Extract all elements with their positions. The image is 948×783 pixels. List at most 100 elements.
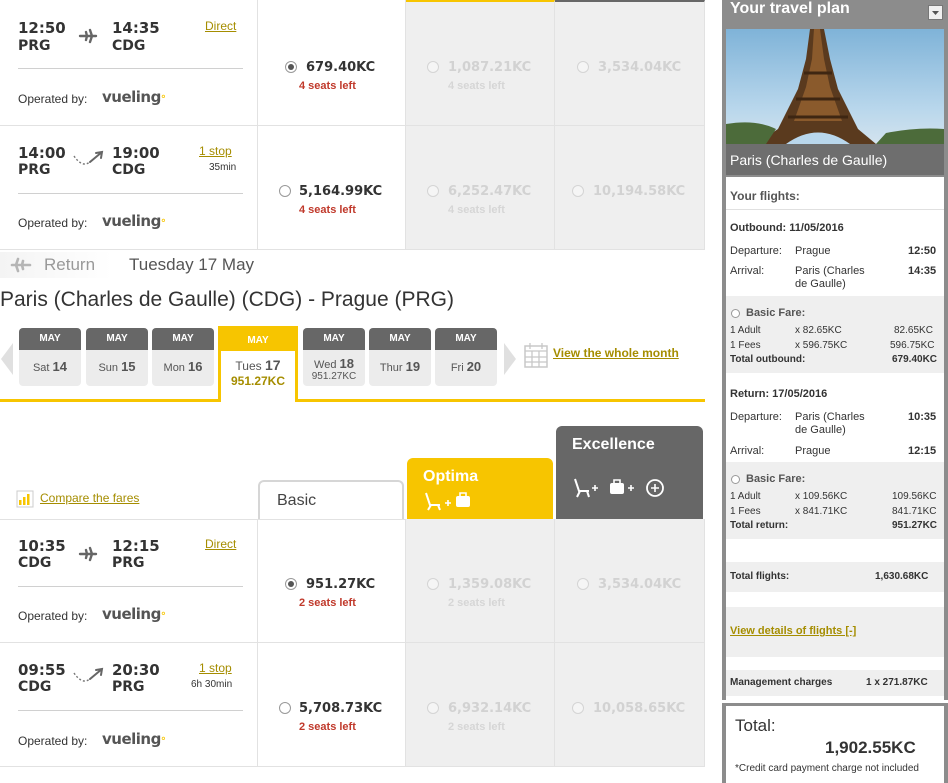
management-value: 1 x 271.87KC (866, 677, 928, 688)
return-header: Return Tuesday 17 May (0, 250, 705, 280)
fare-radio (427, 61, 439, 73)
arrival-city: Prague (795, 445, 831, 457)
fare-price: 6,252.47KC (448, 184, 532, 199)
date-underline (0, 399, 221, 402)
fare-radio (577, 578, 589, 590)
date-day: Fri 20 (450, 359, 482, 374)
fare-price: 951.27KC (306, 577, 376, 592)
total-outbound: 679.40KC (892, 354, 938, 365)
adult-total: 82.65KC (894, 325, 933, 336)
seats-left: 2 seats left (299, 721, 356, 733)
seats-left: 2 seats left (299, 597, 356, 609)
date-tab[interactable]: MAY Sat 14 (19, 328, 81, 386)
date-day: Sat 14 (32, 359, 68, 374)
tab-basic[interactable]: Basic (258, 480, 404, 520)
fare-price: 5,164.99KC (299, 184, 383, 199)
tab-excellence[interactable]: Excellence (556, 426, 703, 520)
departure-code: CDG (18, 679, 52, 695)
fare-radio (572, 702, 584, 714)
date-month: MAY (221, 329, 295, 351)
date-month: MAY (369, 328, 431, 350)
management-row: Management charges 1 x 271.87KC (726, 670, 944, 696)
stops-link[interactable]: 1 stop (199, 144, 232, 158)
departure-time: 10:35 (908, 411, 937, 423)
departure-time: 10:35 (18, 537, 66, 555)
total-flights-label: Total flights: (730, 571, 790, 582)
fare-radio[interactable] (285, 61, 297, 73)
total-flights: 1,630.68KC (875, 571, 929, 582)
date-underline (295, 399, 705, 402)
departure-time: 09:55 (18, 661, 66, 679)
tab-optima[interactable]: Optima (407, 458, 553, 520)
destination-image (726, 29, 944, 144)
fare-price: 10,058.65KC (593, 701, 686, 716)
date-tab-active[interactable]: MAY Tues 17 951.27KC (218, 326, 298, 402)
date-price: 951.27KC (311, 371, 357, 382)
credit-card-note: *Credit card payment charge not included (735, 763, 919, 774)
arrival-label: Arrival: (730, 265, 765, 277)
return-button[interactable]: Return (0, 252, 112, 278)
date-tab[interactable]: MAY Fri 20 (435, 328, 497, 386)
arrival-time: 20:30 (112, 661, 160, 679)
arrival-time: 12:15 (908, 445, 937, 457)
carrier-logo: vueling° (102, 88, 166, 106)
management-label: Management charges (730, 677, 833, 688)
fare-radio (572, 185, 584, 197)
prev-dates-arrow[interactable] (0, 342, 14, 381)
fare-radio[interactable] (279, 185, 291, 197)
date-tab[interactable]: MAY Wed 18 951.27KC (303, 328, 365, 386)
adult-label: 1 Adult (730, 491, 761, 502)
fare-price: 679.40KC (306, 60, 376, 75)
stops-link[interactable]: Direct (205, 537, 236, 551)
stop-duration: 35min (209, 162, 237, 173)
view-month-link[interactable]: View the whole month (553, 346, 679, 360)
fees-label: 1 Fees (730, 340, 761, 351)
operated-by-label: Operated by: (18, 92, 88, 106)
compare-fares-link[interactable]: Compare the fares (40, 491, 139, 505)
adult-total: 109.56KC (892, 491, 937, 502)
stops-link[interactable]: Direct (205, 19, 236, 33)
stops-link[interactable]: 1 stop (199, 661, 232, 675)
divider (18, 68, 243, 69)
date-month: MAY (86, 328, 148, 350)
fare-price: 3,534.04KC (598, 577, 682, 592)
departure-label: Departure: (730, 411, 782, 423)
fare-radio (577, 61, 589, 73)
fees-total: 841.71KC (892, 506, 937, 517)
compare-chart-icon[interactable] (16, 490, 34, 513)
fare-radio[interactable] (279, 702, 291, 714)
tab-basic-label: Basic (277, 492, 317, 509)
operated-by-label: Operated by: (18, 216, 88, 230)
collapse-icon[interactable] (928, 5, 943, 20)
departure-city: Prague (795, 245, 831, 257)
divider (18, 193, 243, 194)
return-date: Tuesday 17 May (129, 255, 255, 274)
operated-by-label: Operated by: (18, 609, 88, 623)
view-details-link[interactable]: View details of flights [-] (730, 625, 856, 637)
date-tab[interactable]: MAY Thur 19 (369, 328, 431, 386)
date-month: MAY (303, 328, 365, 350)
departure-time: 12:50 (908, 245, 937, 257)
divider (18, 710, 243, 711)
your-flights-label: Your flights: (730, 189, 800, 203)
date-day: Mon 16 (163, 359, 203, 374)
seats-left: 4 seats left (299, 80, 356, 92)
carrier-logo: vueling° (102, 212, 166, 230)
total-panel: Total: 1,902.55KC *Credit card payment c… (722, 703, 948, 783)
calendar-icon[interactable] (524, 342, 548, 373)
date-month: MAY (152, 328, 214, 350)
arrival-code: CDG (112, 38, 146, 54)
fare-radio[interactable] (285, 578, 297, 590)
details-row: View details of flights [-] (726, 607, 944, 657)
arrival-time: 14:35 (908, 265, 937, 277)
fees-total: 596.75KC (890, 340, 935, 351)
total-outbound-label: Total outbound: (730, 354, 806, 365)
date-tab[interactable]: MAY Sun 15 (86, 328, 148, 386)
destination-name: Paris (Charles de Gaulle) (730, 152, 888, 168)
seats-left: 2 seats left (448, 597, 505, 609)
carrier-logo: vueling° (102, 730, 166, 748)
total-return: 951.27KC (892, 520, 938, 531)
fare-price: 10,194.58KC (593, 184, 686, 199)
next-dates-arrow[interactable] (503, 342, 517, 381)
date-tab[interactable]: MAY Mon 16 (152, 328, 214, 386)
